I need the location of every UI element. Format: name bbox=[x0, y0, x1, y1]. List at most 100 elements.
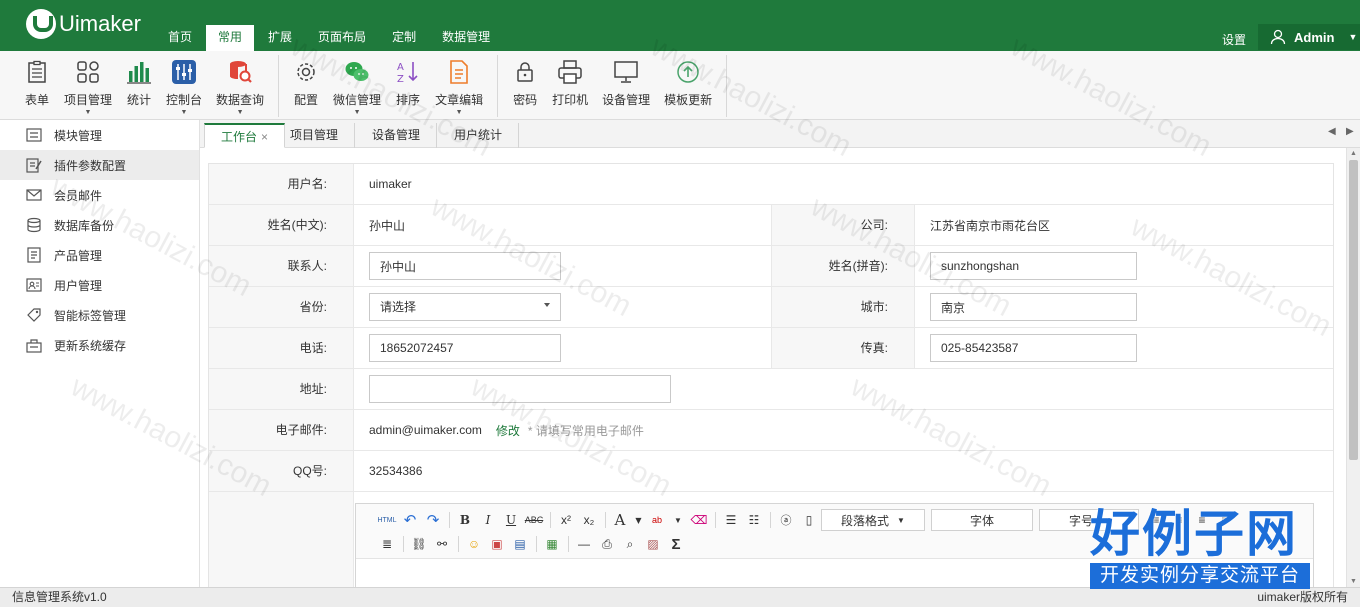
contact-input[interactable] bbox=[369, 252, 561, 280]
underline-icon[interactable]: U bbox=[500, 510, 522, 530]
article-edit-button[interactable]: 文章编辑 ▼ bbox=[429, 55, 489, 117]
fax-input[interactable] bbox=[930, 334, 1137, 362]
eraser-icon[interactable]: ⌫ bbox=[688, 510, 710, 530]
insert-picture-icon[interactable]: ▦ bbox=[541, 534, 563, 554]
strikethrough-icon[interactable]: ABC bbox=[523, 510, 545, 530]
indent-icon[interactable]: ≣ bbox=[376, 534, 398, 554]
statistics-button[interactable]: 统计 bbox=[120, 55, 158, 117]
console-button[interactable]: 控制台 ▼ bbox=[160, 55, 208, 117]
template-update-button[interactable]: 模板更新 bbox=[658, 55, 718, 117]
tab-project-management[interactable]: 项目管理 bbox=[274, 123, 356, 148]
align-center-icon[interactable]: ≡ bbox=[1168, 510, 1190, 530]
statistics-label: 统计 bbox=[127, 93, 152, 107]
paragraph-format-dropdown[interactable]: 段落格式 ▼ bbox=[821, 509, 925, 531]
horizontal-rule-icon[interactable]: — bbox=[573, 534, 595, 554]
sidebar-item-module[interactable]: 模块管理 bbox=[0, 120, 199, 150]
ordered-list-icon[interactable]: ☰ bbox=[720, 510, 742, 530]
wechat-button[interactable]: 微信管理 ▼ bbox=[327, 55, 387, 117]
top-nav-common[interactable]: 常用 bbox=[206, 25, 255, 51]
tab-scroll-right-icon[interactable]: ▶ bbox=[1346, 126, 1354, 137]
sidebar-item-db-backup[interactable]: 数据库备份 bbox=[0, 210, 199, 240]
rich-text-editor[interactable]: HTML ↶ ↷ B I U ABC x² x₂ A ▼ ab ▼ ⌫ ☰ ☷ ⓐ bbox=[355, 503, 1314, 587]
password-label: 密码 bbox=[513, 93, 538, 107]
tab-scroll-left-icon[interactable]: ◀ bbox=[1328, 126, 1336, 137]
user-menu[interactable]: Admin ▼ bbox=[1258, 24, 1360, 50]
link-icon[interactable]: ⛓ bbox=[408, 534, 430, 554]
anchor-icon[interactable]: ⓐ bbox=[775, 510, 797, 530]
svg-text:A: A bbox=[397, 62, 404, 73]
sidebar: 模块管理 插件参数配置 会员邮件 数据库备份 产品管理 用户管理 智能标签管理 … bbox=[0, 120, 200, 587]
device-management-button[interactable]: 设备管理 bbox=[596, 55, 656, 117]
data-query-button[interactable]: 数据查询 ▼ bbox=[210, 55, 270, 117]
address-input[interactable] bbox=[369, 375, 671, 403]
sidebar-item-product[interactable]: 产品管理 bbox=[0, 240, 199, 270]
align-left-icon[interactable]: ≡ bbox=[1145, 510, 1167, 530]
product-icon bbox=[26, 247, 42, 263]
printer-button[interactable]: 打印机 bbox=[546, 55, 594, 117]
unlink-icon[interactable]: ⚯ bbox=[431, 534, 453, 554]
video-icon[interactable]: ▤ bbox=[509, 534, 531, 554]
scrollbar-thumb[interactable] bbox=[1349, 160, 1358, 460]
sidebar-item-plugin-config[interactable]: 插件参数配置 bbox=[0, 150, 199, 180]
tab-device-management[interactable]: 设备管理 bbox=[356, 123, 438, 148]
city-label: 城市: bbox=[771, 287, 915, 327]
redo-icon[interactable]: ↷ bbox=[422, 510, 444, 530]
top-nav-custom[interactable]: 定制 bbox=[380, 25, 428, 51]
settings-link[interactable]: 设置 bbox=[1210, 27, 1258, 51]
undo-icon[interactable]: ↶ bbox=[399, 510, 421, 530]
email-edit-link[interactable]: 修改 bbox=[496, 422, 520, 439]
sidebar-item-cache[interactable]: 更新系统缓存 bbox=[0, 330, 199, 360]
article-edit-label: 文章编辑 bbox=[435, 93, 484, 107]
form-button[interactable]: 表单 bbox=[18, 55, 56, 117]
name-pinyin-input[interactable] bbox=[930, 252, 1137, 280]
italic-icon[interactable]: I bbox=[477, 510, 499, 530]
emoticon-icon[interactable]: ☺ bbox=[463, 534, 485, 554]
dropdown-arrow-icon: ▼ bbox=[84, 109, 92, 116]
sidebar-item-users[interactable]: 用户管理 bbox=[0, 270, 199, 300]
top-nav-home[interactable]: 首页 bbox=[156, 25, 204, 51]
top-nav-extend[interactable]: 扩展 bbox=[256, 25, 304, 51]
align-justify-icon[interactable]: ≡ bbox=[1214, 510, 1236, 530]
scroll-up-icon[interactable]: ▲ bbox=[1350, 150, 1357, 157]
align-right-icon[interactable]: ≡ bbox=[1191, 510, 1213, 530]
page-icon[interactable]: ▯ bbox=[798, 510, 820, 530]
vertical-scrollbar[interactable]: ▲ ▼ bbox=[1346, 148, 1360, 587]
tab-user-statistics[interactable]: 用户统计 bbox=[438, 123, 520, 148]
preview-icon[interactable]: ⌕ bbox=[619, 534, 641, 554]
font-family-dropdown[interactable]: 字体 bbox=[931, 509, 1033, 531]
sigma-icon[interactable]: Σ bbox=[665, 534, 687, 554]
config-button[interactable]: 配置 bbox=[287, 55, 325, 117]
tab-label: 工作台 bbox=[221, 130, 258, 144]
font-color-icon[interactable]: A ▼ bbox=[610, 510, 646, 530]
password-button[interactable]: 密码 bbox=[506, 55, 544, 117]
sidebar-item-smart-tags[interactable]: 智能标签管理 bbox=[0, 300, 199, 330]
city-input[interactable] bbox=[930, 293, 1137, 321]
form-row: 电子邮件: admin@uimaker.com 修改 * 请填写常用电子邮件 bbox=[209, 410, 1333, 451]
subscript-icon[interactable]: x₂ bbox=[578, 510, 600, 530]
monitor-icon bbox=[613, 59, 639, 85]
paste-icon[interactable]: ▨ bbox=[642, 534, 664, 554]
top-nav-layout[interactable]: 页面布局 bbox=[306, 25, 378, 51]
province-select[interactable]: 请选择 bbox=[369, 293, 561, 321]
top-nav-data[interactable]: 数据管理 bbox=[430, 25, 502, 51]
phone-input[interactable] bbox=[369, 334, 561, 362]
font-size-dropdown[interactable]: 字号 ▼ bbox=[1039, 509, 1139, 531]
print-icon[interactable]: ⎙ bbox=[596, 534, 618, 554]
module-icon bbox=[26, 127, 42, 143]
gear-icon bbox=[293, 59, 319, 85]
tab-workbench[interactable]: 工作台 × bbox=[204, 123, 286, 148]
bold-icon[interactable]: B bbox=[454, 510, 476, 530]
html-source-icon[interactable]: HTML bbox=[376, 510, 398, 530]
close-icon[interactable]: × bbox=[261, 130, 268, 144]
database-icon bbox=[26, 217, 42, 233]
scroll-down-icon[interactable]: ▼ bbox=[1350, 578, 1357, 585]
superscript-icon[interactable]: x² bbox=[555, 510, 577, 530]
unordered-list-icon[interactable]: ☷ bbox=[743, 510, 765, 530]
sort-button[interactable]: AZ 排序 bbox=[389, 55, 427, 117]
sidebar-item-member-mail[interactable]: 会员邮件 bbox=[0, 180, 199, 210]
project-management-button[interactable]: 项目管理 ▼ bbox=[58, 55, 118, 117]
username-value: uimaker bbox=[369, 177, 412, 191]
dropdown-arrow-icon: ▼ bbox=[455, 109, 463, 116]
highlight-color-icon[interactable]: ab ▼ bbox=[647, 510, 687, 530]
image-icon[interactable]: ▣ bbox=[486, 534, 508, 554]
